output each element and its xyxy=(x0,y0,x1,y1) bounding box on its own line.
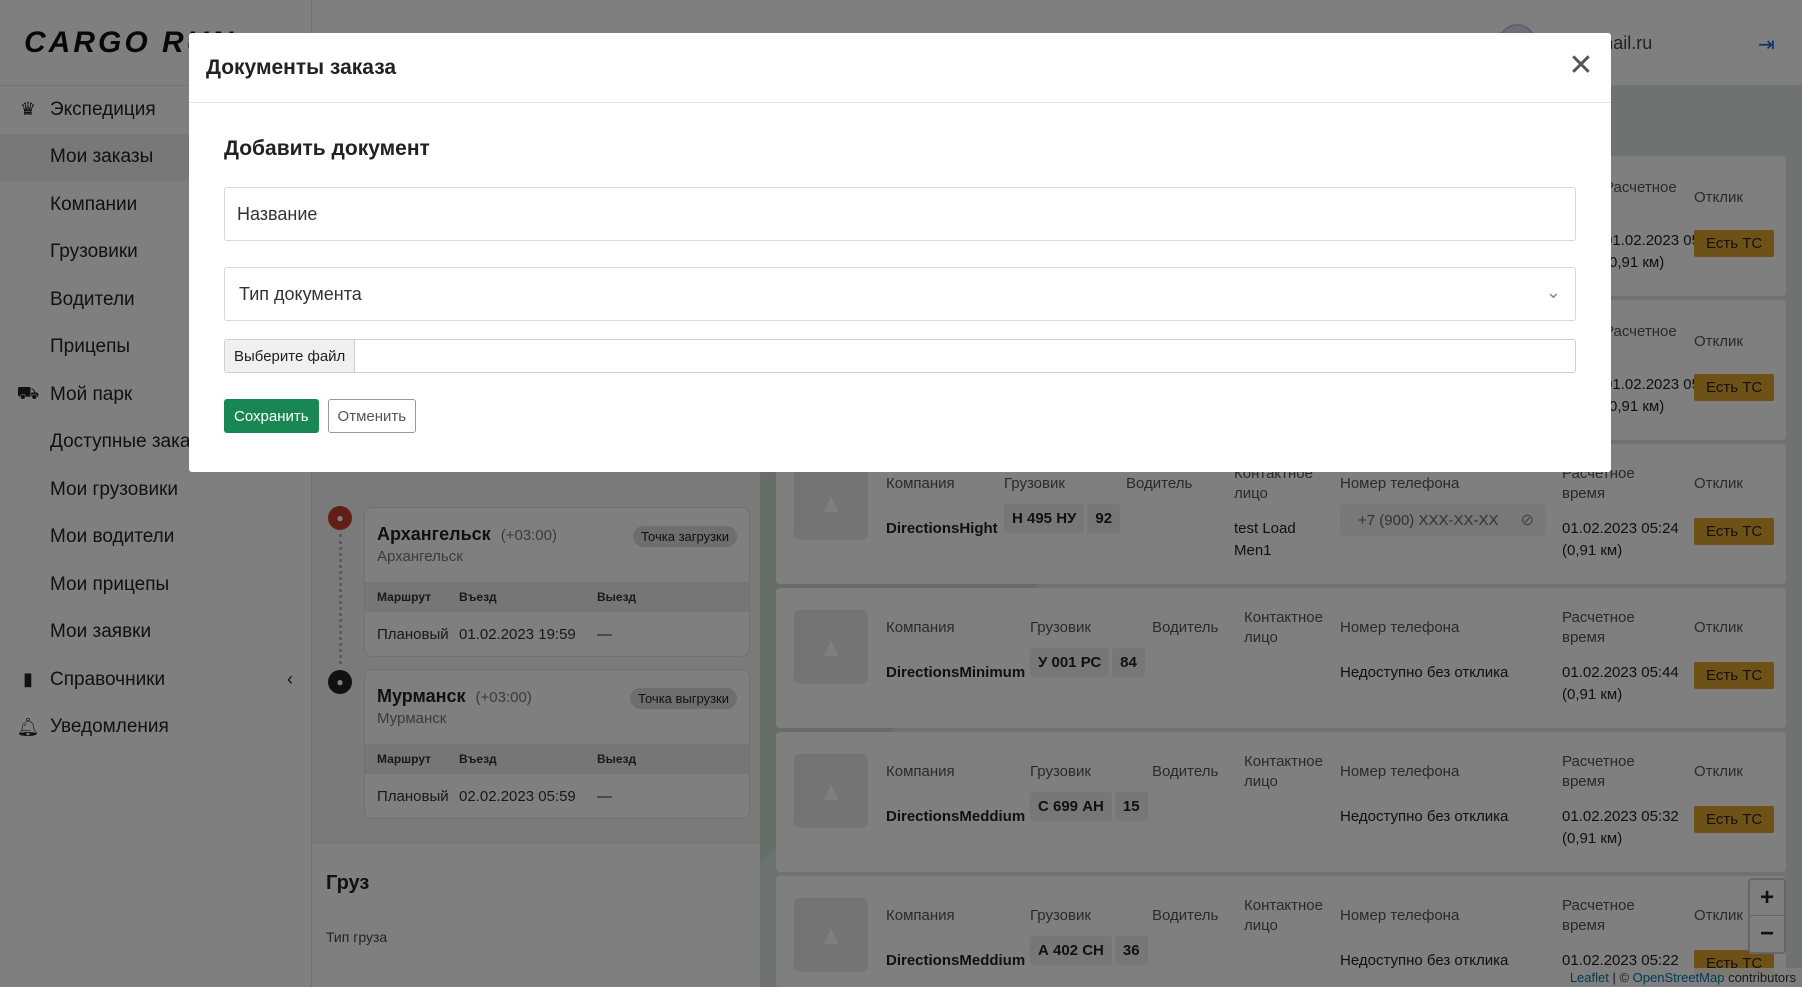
order-documents-modal: Документы заказа ✕ Добавить документ Тип… xyxy=(189,33,1611,472)
document-name-input[interactable] xyxy=(224,187,1576,241)
file-input[interactable]: Выберите файл xyxy=(224,339,1576,373)
add-document-title: Добавить документ xyxy=(224,137,430,160)
modal-actions: Сохранить Отменить xyxy=(224,399,1576,433)
modal-title: Документы заказа xyxy=(206,55,397,79)
document-type-placeholder: Тип документа xyxy=(239,283,362,304)
cancel-button[interactable]: Отменить xyxy=(327,399,417,433)
close-icon[interactable]: ✕ xyxy=(1565,51,1597,83)
modal-header: Документы заказа ✕ xyxy=(189,33,1611,103)
save-button[interactable]: Сохранить xyxy=(224,399,319,433)
document-type-select[interactable]: Тип документа ⌄ xyxy=(224,267,1576,321)
choose-file-button[interactable]: Выберите файл xyxy=(225,340,356,372)
modal-body: Добавить документ Тип документа ⌄ Выбери… xyxy=(189,103,1611,467)
chevron-down-icon: ⌄ xyxy=(1545,282,1561,302)
